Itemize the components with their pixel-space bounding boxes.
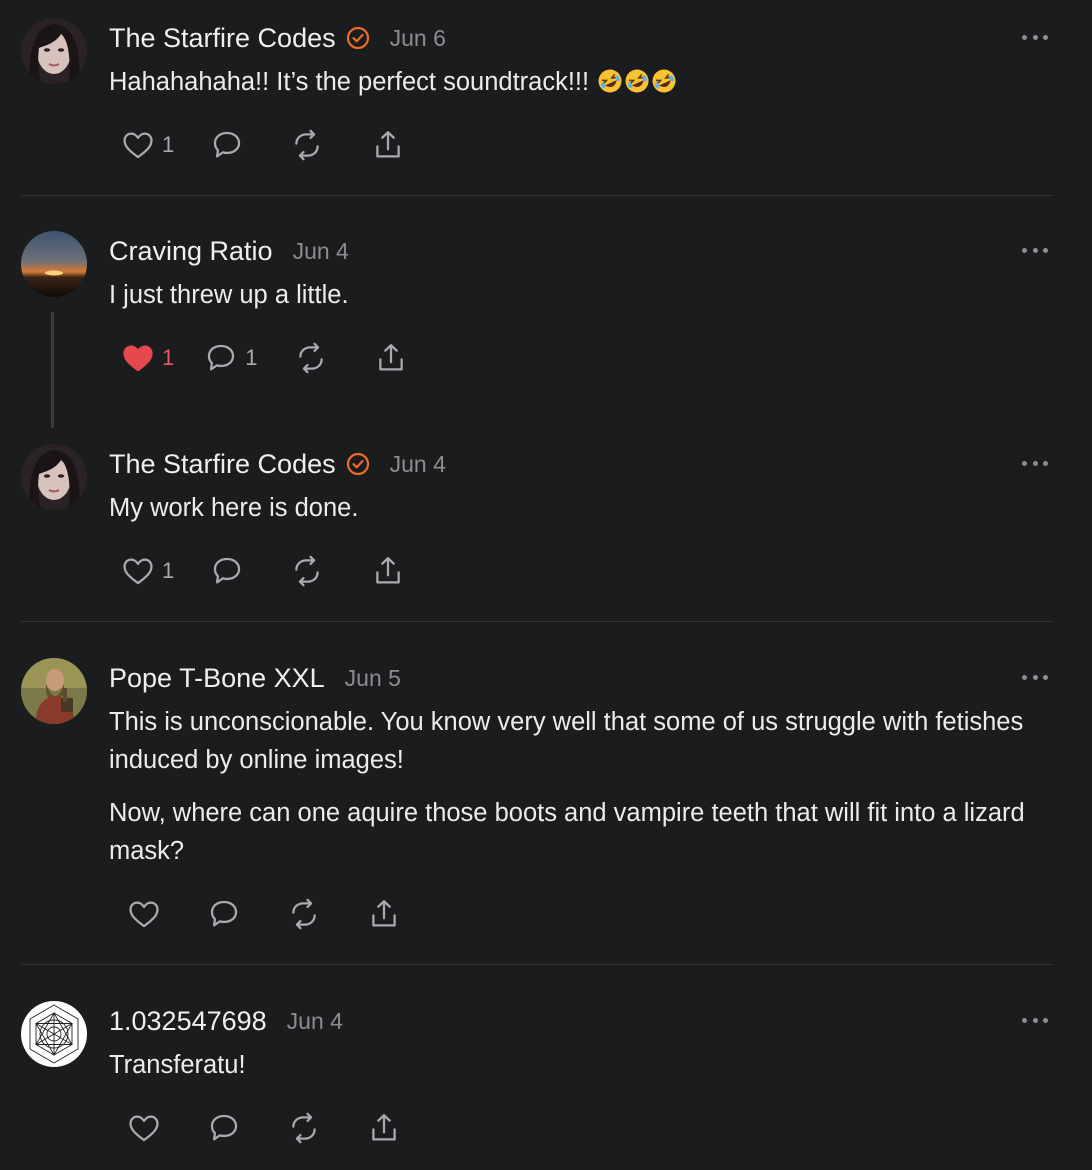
comment-actions bbox=[127, 897, 401, 931]
avatar[interactable] bbox=[21, 658, 87, 724]
like-button[interactable] bbox=[127, 1111, 161, 1145]
comment-paragraph: Now, where can one aquire those boots an… bbox=[109, 799, 1025, 865]
author-name[interactable]: 1.032547698 bbox=[109, 1006, 267, 1037]
reply-button[interactable] bbox=[210, 128, 244, 162]
more-options-icon[interactable] bbox=[1022, 1015, 1048, 1025]
restack-button[interactable] bbox=[294, 341, 328, 375]
heart-icon bbox=[127, 897, 161, 931]
comment-text: Hahahahaha!! It’s the perfect soundtrack… bbox=[109, 68, 590, 96]
comment-header: Pope T-Bone XXL Jun 5 bbox=[109, 660, 401, 696]
comment-body: Transferatu! bbox=[109, 1046, 1059, 1099]
comment-icon bbox=[204, 341, 238, 375]
reply-count: 1 bbox=[245, 345, 258, 370]
verified-badge-icon bbox=[346, 26, 370, 50]
like-count: 1 bbox=[162, 132, 175, 157]
comment-date[interactable]: Jun 6 bbox=[390, 25, 446, 52]
divider bbox=[21, 195, 1054, 196]
heart-icon bbox=[121, 128, 155, 162]
divider bbox=[21, 964, 1054, 965]
restack-button[interactable] bbox=[287, 897, 321, 931]
comment-header: 1.032547698 Jun 4 bbox=[109, 1003, 343, 1039]
share-button[interactable] bbox=[371, 128, 405, 162]
comment-actions: 1 bbox=[121, 554, 405, 588]
reply-button[interactable] bbox=[207, 897, 241, 931]
comment-body: My work here is done. bbox=[109, 489, 1059, 542]
avatar[interactable] bbox=[21, 18, 87, 84]
like-button[interactable] bbox=[127, 897, 161, 931]
comment-icon bbox=[210, 128, 244, 162]
comment-header: Craving Ratio Jun 4 bbox=[109, 233, 349, 269]
like-button[interactable]: 1 bbox=[121, 341, 174, 375]
share-icon bbox=[367, 1111, 401, 1145]
restack-icon bbox=[287, 1111, 321, 1145]
comment-icon bbox=[207, 1111, 241, 1145]
restack-icon bbox=[290, 128, 324, 162]
more-options-icon[interactable] bbox=[1022, 458, 1048, 468]
more-options-icon[interactable] bbox=[1022, 245, 1048, 255]
share-button[interactable] bbox=[371, 554, 405, 588]
share-button[interactable] bbox=[367, 1111, 401, 1145]
comment-text: I just threw up a little. bbox=[109, 281, 349, 309]
restack-icon bbox=[287, 897, 321, 931]
heart-icon bbox=[121, 554, 155, 588]
comment-header: The Starfire Codes Jun 6 bbox=[109, 20, 446, 56]
verified-badge-icon bbox=[346, 452, 370, 476]
rofl-emoji-icon bbox=[597, 68, 678, 94]
comment-actions: 1 bbox=[121, 128, 405, 162]
author-name[interactable]: Pope T-Bone XXL bbox=[109, 663, 325, 694]
avatar[interactable] bbox=[21, 444, 87, 510]
share-icon bbox=[367, 897, 401, 931]
author-name[interactable]: The Starfire Codes bbox=[109, 23, 336, 54]
comment-icon bbox=[207, 897, 241, 931]
comment-date[interactable]: Jun 4 bbox=[287, 1008, 343, 1035]
comment-text: Transferatu! bbox=[109, 1051, 246, 1079]
comment-icon bbox=[210, 554, 244, 588]
share-icon bbox=[371, 554, 405, 588]
restack-icon bbox=[294, 341, 328, 375]
comment-actions: 1 1 bbox=[121, 341, 408, 375]
comment-actions bbox=[127, 1111, 401, 1145]
reply-button[interactable] bbox=[207, 1111, 241, 1145]
comment-header: The Starfire Codes Jun 4 bbox=[109, 446, 446, 482]
share-icon bbox=[374, 341, 408, 375]
heart-icon bbox=[127, 1111, 161, 1145]
comment-body: Hahahahaha!! It’s the perfect soundtrack… bbox=[109, 63, 1059, 116]
avatar[interactable] bbox=[21, 1001, 87, 1067]
restack-icon bbox=[290, 554, 324, 588]
comment-body: This is unconscionable. You know very we… bbox=[109, 703, 1059, 885]
like-count: 1 bbox=[162, 345, 175, 370]
author-name[interactable]: The Starfire Codes bbox=[109, 449, 336, 480]
comment-paragraph: This is unconscionable. You know very we… bbox=[109, 708, 1024, 774]
divider bbox=[21, 621, 1054, 622]
comment-date[interactable]: Jun 4 bbox=[390, 451, 446, 478]
reply-button[interactable]: 1 bbox=[204, 341, 258, 375]
thread-line bbox=[51, 312, 54, 428]
share-button[interactable] bbox=[367, 897, 401, 931]
restack-button[interactable] bbox=[290, 128, 324, 162]
author-name[interactable]: Craving Ratio bbox=[109, 236, 273, 267]
like-button[interactable]: 1 bbox=[121, 554, 174, 588]
restack-button[interactable] bbox=[290, 554, 324, 588]
comment-body: I just threw up a little. bbox=[109, 276, 1059, 329]
restack-button[interactable] bbox=[287, 1111, 321, 1145]
like-count: 1 bbox=[162, 558, 175, 583]
reply-button[interactable] bbox=[210, 554, 244, 588]
share-button[interactable] bbox=[374, 341, 408, 375]
avatar[interactable] bbox=[21, 231, 87, 297]
more-options-icon[interactable] bbox=[1022, 32, 1048, 42]
comment-text: My work here is done. bbox=[109, 494, 359, 522]
comment-date[interactable]: Jun 5 bbox=[345, 665, 401, 692]
share-icon bbox=[371, 128, 405, 162]
heart-icon bbox=[121, 341, 155, 375]
more-options-icon[interactable] bbox=[1022, 672, 1048, 682]
like-button[interactable]: 1 bbox=[121, 128, 174, 162]
comment-date[interactable]: Jun 4 bbox=[293, 238, 349, 265]
